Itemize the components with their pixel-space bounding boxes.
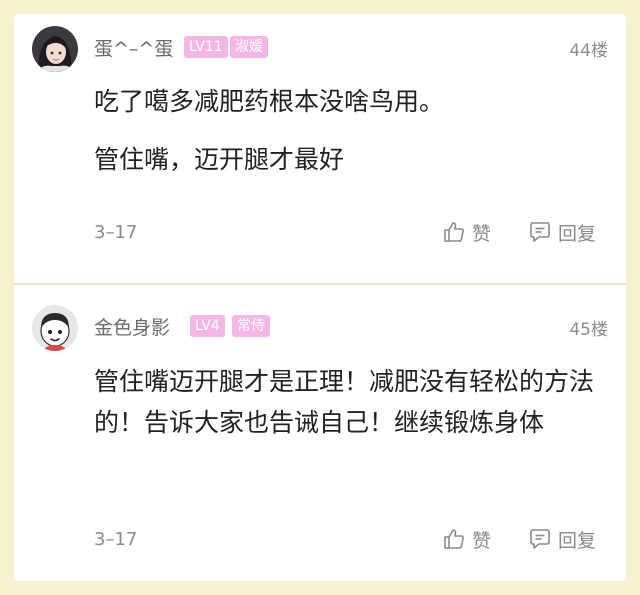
- title-badge: 淑媛: [230, 36, 268, 58]
- like-button[interactable]: 赞: [442, 525, 491, 553]
- comment-text: 管住嘴，迈开腿才最好: [94, 145, 345, 174]
- user-avatar[interactable]: [32, 305, 78, 351]
- comment-bubble-icon: [530, 222, 550, 242]
- level-badge: LV4: [190, 315, 225, 337]
- username[interactable]: 金色身影: [94, 313, 170, 340]
- floor-number: 45楼: [569, 320, 608, 340]
- reply-button[interactable]: 回复: [528, 525, 596, 553]
- comment-date: 3–17: [94, 529, 138, 550]
- like-label: 赞: [472, 529, 492, 552]
- thumbs-up-icon: [444, 222, 464, 242]
- comment-card-45: 金色身影 LV4 常侍 45楼 管住嘴迈开腿才是正理！减肥没有轻松的方法的！告诉…: [14, 285, 626, 581]
- username[interactable]: 蛋^–^蛋: [94, 34, 173, 61]
- comment-date: 3–17: [94, 222, 138, 243]
- comment-card-44: 蛋^–^蛋 LV11 淑媛 44楼 吃了噶多减肥药根本没啥鸟用。 管住嘴，迈开腿…: [14, 14, 626, 284]
- comment-bubble-icon: [530, 529, 550, 549]
- comment-text: 吃了噶多减肥药根本没啥鸟用。: [94, 87, 445, 116]
- floor-number: 44楼: [569, 41, 608, 61]
- level-badge: LV11: [184, 36, 228, 58]
- cartoon-face-icon: [32, 305, 78, 351]
- thumbs-up-icon: [444, 529, 464, 549]
- like-label: 赞: [472, 222, 492, 245]
- reply-label: 回复: [558, 222, 597, 245]
- title-badge: 常侍: [232, 315, 270, 337]
- like-button[interactable]: 赞: [442, 218, 491, 246]
- girl-portrait-icon: [32, 26, 78, 72]
- user-avatar[interactable]: [32, 26, 78, 72]
- reply-button[interactable]: 回复: [528, 218, 596, 246]
- reply-label: 回复: [558, 529, 597, 552]
- comment-text: 管住嘴迈开腿才是正理！减肥没有轻松的方法的！告诉大家也告诫自己！继续锻炼身体: [94, 367, 595, 437]
